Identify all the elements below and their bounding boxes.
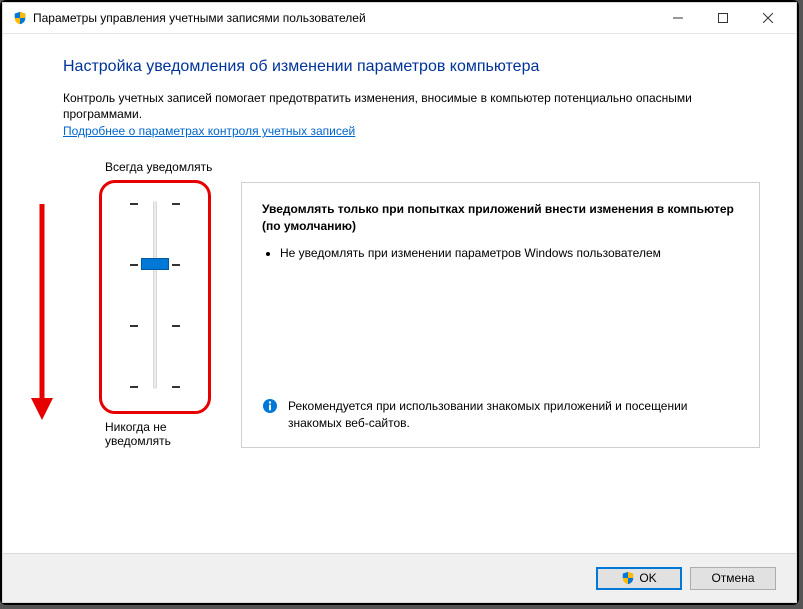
slider-track [153, 201, 157, 389]
slider-thumb[interactable] [141, 258, 169, 270]
annotation-arrow-icon [29, 200, 55, 422]
notification-slider[interactable] [99, 180, 211, 414]
shield-icon [621, 571, 635, 585]
minimize-button[interactable] [655, 4, 700, 33]
slider-label-top: Всегда уведомлять [105, 160, 223, 174]
shield-icon [13, 11, 27, 25]
learn-more-link[interactable]: Подробнее о параметрах контроля учетных … [63, 124, 355, 138]
recommendation-text: Рекомендуется при использовании знакомых… [288, 398, 739, 432]
info-icon [262, 398, 278, 414]
titlebar[interactable]: Параметры управления учетными записями п… [3, 3, 796, 34]
ok-button[interactable]: OK [596, 567, 682, 590]
intro-text: Контроль учетных записей помогает предот… [63, 90, 760, 122]
cancel-button[interactable]: Отмена [690, 567, 776, 590]
maximize-button[interactable] [700, 4, 745, 33]
uac-settings-window: Параметры управления учетными записями п… [2, 2, 797, 603]
cancel-button-label: Отмена [711, 571, 754, 585]
description-panel: Уведомлять только при попытках приложени… [241, 182, 760, 448]
dialog-footer: OK Отмена [3, 553, 796, 602]
content-area: Настройка уведомления об изменении парам… [3, 34, 796, 553]
close-button[interactable] [745, 4, 790, 33]
window-title: Параметры управления учетными записями п… [33, 11, 655, 25]
description-bullet: Не уведомлять при изменении параметров W… [280, 245, 739, 262]
ok-button-label: OK [639, 571, 656, 585]
slider-label-bottom: Никогда не уведомлять [105, 420, 223, 448]
page-heading: Настройка уведомления об изменении парам… [63, 58, 760, 76]
description-title: Уведомлять только при попытках приложени… [262, 201, 739, 235]
